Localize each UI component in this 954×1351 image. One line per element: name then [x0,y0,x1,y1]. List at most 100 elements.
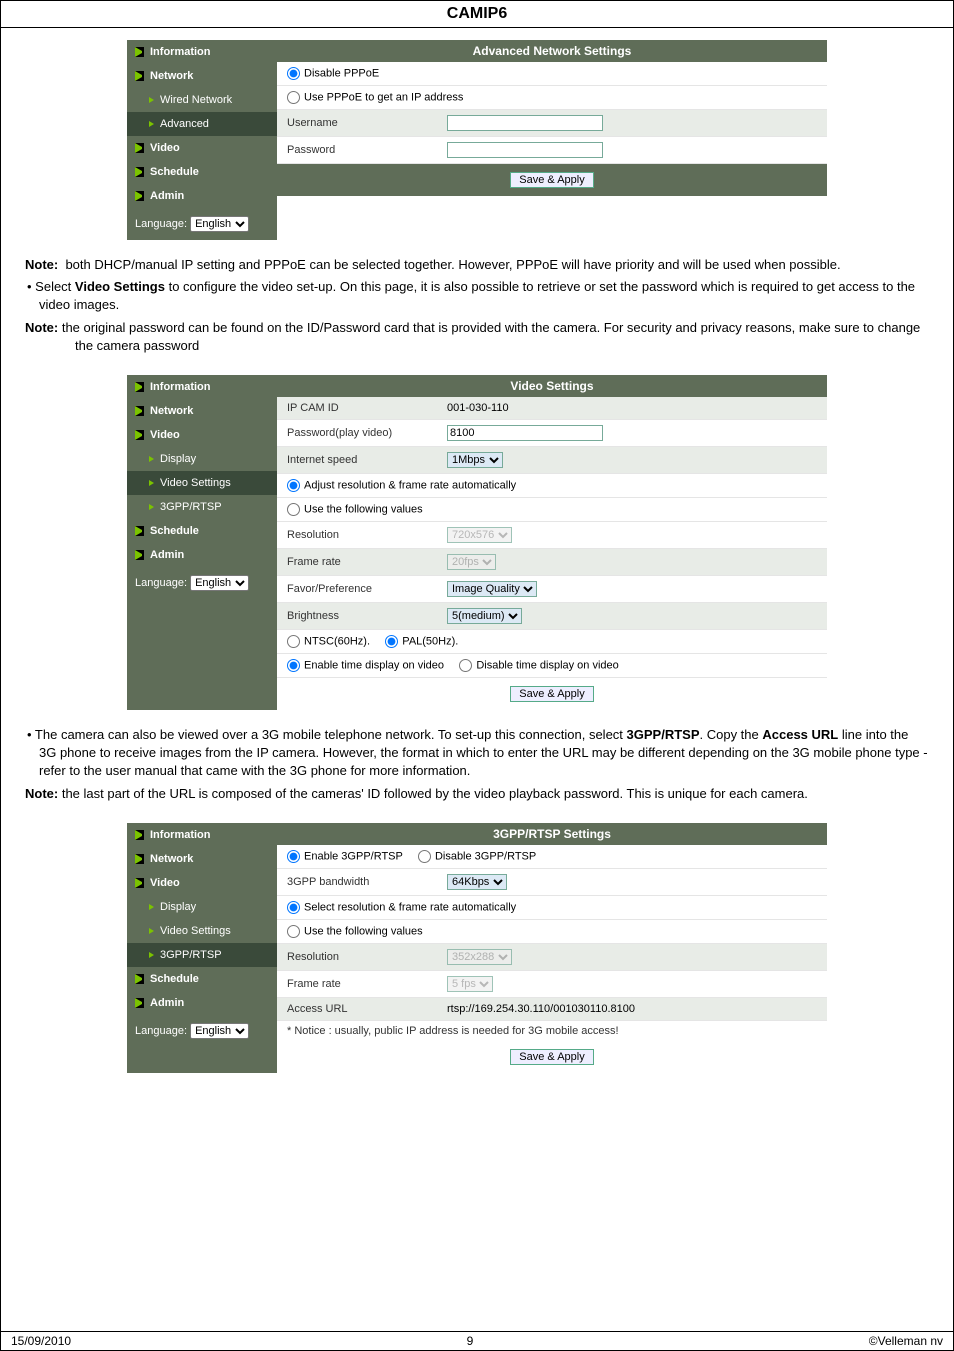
sidebar-item-information[interactable]: Information [127,823,277,847]
sidebar-item-display[interactable]: Display [127,895,277,919]
resolution-select: 720x576 [447,527,512,543]
field-value: rtsp://169.254.30.110/001030110.8100 [447,1003,635,1015]
arrow-icon [149,456,154,462]
sidebar-item-network[interactable]: Network [127,399,277,423]
sidebar-item-network[interactable]: Network [127,847,277,871]
language-select[interactable]: English [190,1023,249,1039]
arrow-icon [135,878,144,888]
note-text: both DHCP/manual IP setting and PPPoE ca… [65,257,840,272]
radio-label: Disable 3GPP/RTSP [435,850,536,862]
sidebar-item-3gpp-rtsp[interactable]: 3GPP/RTSP [127,495,277,519]
pal-radio[interactable] [385,635,398,648]
username-input[interactable] [447,115,603,131]
save-apply-button[interactable]: Save & Apply [510,172,593,188]
arrow-icon [149,904,154,910]
field-label: Password(play video) [287,427,447,439]
sidebar-item-admin[interactable]: Admin [127,991,277,1015]
auto-adjust-row[interactable]: Adjust resolution & frame rate automatic… [277,474,827,498]
auto-adjust-row[interactable]: Select resolution & frame rate automatic… [277,896,827,920]
sidebar-item-label: Information [150,829,211,841]
sidebar-item-label: 3GPP/RTSP [160,949,222,961]
use-following-row[interactable]: Use the following values [277,498,827,522]
sidebar-item-display[interactable]: Display [127,447,277,471]
sidebar-item-admin[interactable]: Admin [127,543,277,567]
bullet-video-settings: • Select Video Settings to configure the… [25,278,929,314]
enable-disable-row: Enable 3GPP/RTSP Disable 3GPP/RTSP [277,845,827,869]
bandwidth-select[interactable]: 64Kbps [447,874,507,890]
password-input[interactable] [447,425,603,441]
disable-pppoe-row[interactable]: Disable PPPoE [277,62,827,86]
content-pane: 3GPP/RTSP Settings Enable 3GPP/RTSP Disa… [277,823,827,1073]
brightness-select[interactable]: 5(medium) [447,608,522,624]
note-label: Note: [25,257,58,272]
auto-adjust-radio[interactable] [287,479,300,492]
auto-adjust-radio[interactable] [287,901,300,914]
save-apply-button[interactable]: Save & Apply [510,686,593,702]
sidebar-item-video-settings[interactable]: Video Settings [127,471,277,495]
field-label: Favor/Preference [287,583,447,595]
frame-rate-row: Frame rate5 fps [277,971,827,998]
favor-select[interactable]: Image Quality [447,581,537,597]
ntsc-radio[interactable] [287,635,300,648]
arrow-icon [149,121,154,127]
bandwidth-row: 3GPP bandwidth64Kbps [277,869,827,896]
pane-header: 3GPP/RTSP Settings [277,823,827,845]
disable-3gpp-radio[interactable] [418,850,431,863]
internet-speed-select[interactable]: 1Mbps [447,452,503,468]
save-apply-button[interactable]: Save & Apply [510,1049,593,1065]
arrow-icon [135,526,144,536]
sidebar-item-schedule[interactable]: Schedule [127,519,277,543]
sidebar-item-wired-network[interactable]: Wired Network [127,88,277,112]
sidebar-item-advanced[interactable]: Advanced [127,112,277,136]
sidebar-item-information[interactable]: Information [127,40,277,64]
note-text: the original password can be found on th… [62,320,920,353]
enable-time-radio[interactable] [287,659,300,672]
arrow-icon [135,71,144,81]
note-label: Note: [25,786,58,801]
bullet-3gpp: • The camera can also be viewed over a 3… [25,726,929,781]
sidebar-item-video[interactable]: Video [127,871,277,895]
button-row: Save & Apply [277,164,827,196]
sidebar-item-video[interactable]: Video [127,423,277,447]
content-pane: Video Settings IP CAM ID001-030-110 Pass… [277,375,827,710]
use-following-radio[interactable] [287,503,300,516]
use-pppoe-radio[interactable] [287,91,300,104]
sidebar-item-information[interactable]: Information [127,375,277,399]
arrow-icon [135,550,144,560]
radio-label: PAL(50Hz). [402,635,458,647]
language-label: Language: [135,577,187,589]
arrow-icon [135,830,144,840]
sidebar-item-label: Display [160,901,196,913]
sidebar-item-schedule[interactable]: Schedule [127,160,277,184]
use-pppoe-row[interactable]: Use PPPoE to get an IP address [277,86,827,110]
sidebar-item-admin[interactable]: Admin [127,184,277,208]
footer-copyright: ©Velleman nv [869,1334,943,1348]
sidebar-item-network[interactable]: Network [127,64,277,88]
radio-label: Enable 3GPP/RTSP [304,850,403,862]
screenshot-advanced-network: Information Network Wired Network Advanc… [127,40,827,240]
language-row: Language: English [127,567,277,599]
access-url-row: Access URLrtsp://169.254.30.110/00103011… [277,998,827,1021]
favor-row: Favor/PreferenceImage Quality [277,576,827,603]
field-label: Internet speed [287,454,447,466]
language-select[interactable]: English [190,575,249,591]
sidebar-item-label: Video [150,877,180,889]
doc-title: CAMIP6 [1,1,953,28]
radio-label: Use PPPoE to get an IP address [304,91,463,103]
enable-3gpp-radio[interactable] [287,850,300,863]
radio-label: Enable time display on video [304,659,444,671]
language-select[interactable]: English [190,216,249,232]
pane-header: Advanced Network Settings [277,40,827,62]
disable-time-radio[interactable] [459,659,472,672]
use-following-row[interactable]: Use the following values [277,920,827,944]
sidebar-item-video[interactable]: Video [127,136,277,160]
disable-pppoe-radio[interactable] [287,67,300,80]
field-label: Brightness [287,610,447,622]
sidebar-item-video-settings[interactable]: Video Settings [127,919,277,943]
screenshot-3gpp-rtsp: Information Network Video Display Video … [127,823,827,1073]
password-input[interactable] [447,142,603,158]
sidebar-item-label: Wired Network [160,94,232,106]
use-following-radio[interactable] [287,925,300,938]
sidebar-item-3gpp-rtsp[interactable]: 3GPP/RTSP [127,943,277,967]
sidebar-item-schedule[interactable]: Schedule [127,967,277,991]
